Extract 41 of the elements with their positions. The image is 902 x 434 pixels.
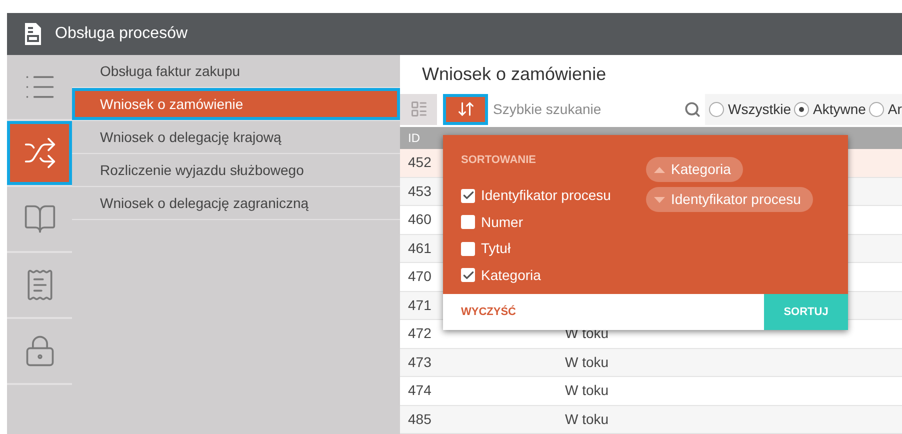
table-cell: 470 [408, 268, 432, 284]
table-cell-text: W toku [565, 352, 609, 372]
sort-field-checkbox[interactable]: Kategoria [461, 262, 646, 288]
rail-button[interactable] [7, 121, 72, 185]
filter-radio[interactable]: Ar [868, 98, 902, 120]
table-cell: 471 [408, 296, 432, 313]
sort-arrows-icon [456, 100, 474, 118]
search-icon [684, 100, 701, 118]
table-cell: 474 [408, 382, 432, 398]
grid-list-icon [410, 100, 428, 118]
table-cell: 460 [408, 211, 432, 228]
column-header: ID [408, 130, 420, 147]
document-icon [23, 22, 43, 46]
table-cell: 461 [408, 240, 432, 256]
view-toggle-button[interactable] [400, 94, 437, 125]
search-field[interactable]: Szybkie szukanie [493, 98, 684, 120]
filter-radio[interactable]: Wszystkie [709, 98, 791, 120]
submenu-item[interactable]: Rozliczenie wyjazdu służbowego [72, 154, 400, 186]
table-row[interactable]: 485 W toku [400, 406, 902, 434]
sort-field-checkbox[interactable]: Numer [461, 209, 646, 236]
table-row[interactable]: 473 W toku [400, 348, 902, 377]
table-cell-text: W toku [565, 381, 609, 400]
table-cell: 452 [408, 154, 432, 170]
table-cell: 473 [408, 354, 432, 370]
submenu-item[interactable]: Obsługa faktur zakupu [72, 55, 400, 87]
sort-button[interactable] [443, 94, 488, 125]
submenu-item[interactable]: Wniosek o zamówienie [72, 88, 400, 120]
popup-title: SORTOWANIE [461, 153, 537, 168]
sort-field-checkbox[interactable]: Identyfikator procesu [461, 182, 646, 209]
checkmark-icon [462, 268, 474, 282]
table-cell-text: W toku [565, 410, 609, 429]
submenu-item[interactable]: Wniosek o delegację krajową [72, 121, 400, 153]
page-title: Wniosek o zamówienie [422, 62, 606, 86]
table-cell: 472 [408, 325, 432, 342]
filter-radio[interactable]: Aktywne [794, 98, 866, 120]
shuffle-icon [22, 136, 56, 170]
app-title: Obsługa procesów [55, 24, 188, 44]
table-cell: 485 [408, 410, 432, 427]
submenu-item[interactable]: Wniosek o delegację zagraniczną [72, 187, 400, 219]
table-cell: 453 [408, 182, 432, 199]
sort-field-checkbox[interactable]: Tytuł [461, 236, 646, 262]
